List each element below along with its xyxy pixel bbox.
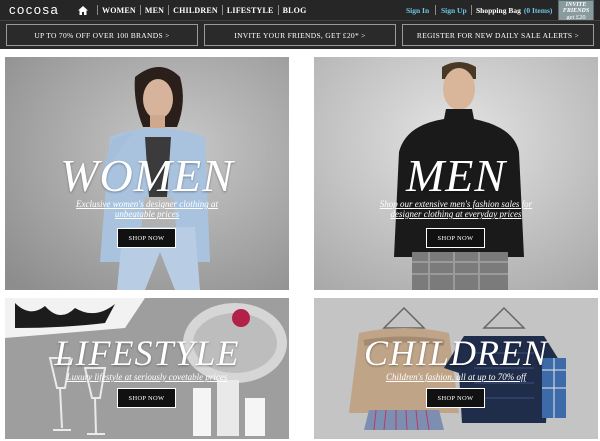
tile-lifestyle[interactable]: LIFESTYLE Luxury lifestyle at seriously … xyxy=(5,298,289,439)
children-subtitle: Children's fashion, all at up to 70% off xyxy=(385,372,527,382)
nav-divider xyxy=(139,5,141,15)
nav-item-women[interactable]: WOMEN xyxy=(102,6,136,15)
sign-up-link[interactable]: Sign Up xyxy=(441,0,467,20)
lifestyle-title: LIFESTYLE xyxy=(54,333,240,373)
site-logo[interactable]: cocosa xyxy=(9,2,59,17)
home-icon[interactable] xyxy=(77,4,89,16)
promo-invite-friends[interactable]: INVITE YOUR FRIENDS, GET £20* > xyxy=(204,24,396,46)
promo-strip: UP TO 70% OFF OVER 100 BRANDS > INVITE Y… xyxy=(0,20,600,49)
children-shop-now-button[interactable]: SHOP NOW xyxy=(426,388,485,408)
sign-in-link[interactable]: Sign In xyxy=(406,0,429,20)
women-shop-now-button[interactable]: SHOP NOW xyxy=(117,228,176,248)
nav-divider xyxy=(97,5,98,15)
nav-item-children[interactable]: CHILDREN xyxy=(173,6,218,15)
men-shop-now-button[interactable]: SHOP NOW xyxy=(426,228,485,248)
promo-sale-alerts[interactable]: REGISTER FOR NEW DAILY SALE ALERTS > xyxy=(402,24,594,46)
promo-brands-offer[interactable]: UP TO 70% OFF OVER 100 BRANDS > xyxy=(6,24,198,46)
nav-divider xyxy=(168,5,170,15)
shopping-bag-label: Shopping Bag xyxy=(476,5,521,15)
shopping-bag-link[interactable]: Shopping Bag (0 Items) xyxy=(476,0,552,20)
tile-men[interactable]: MEN Shop our extensive men's fashion sal… xyxy=(314,57,598,290)
men-subtitle-line2: designer clothing at everyday prices xyxy=(390,209,522,219)
account-divider xyxy=(471,5,472,15)
lifestyle-shop-now-button[interactable]: SHOP NOW xyxy=(117,388,176,408)
nav-divider xyxy=(277,5,279,15)
nav-item-blog[interactable]: BLOG xyxy=(283,6,307,15)
bag-item-count: (0 Items) xyxy=(523,5,553,15)
tile-children[interactable]: CHILDREN Children's fashion, all at up t… xyxy=(314,298,598,439)
women-title: WOMEN xyxy=(60,150,234,201)
lifestyle-subtitle: Luxury lifestyle at seriously covetable … xyxy=(66,372,228,382)
main-nav: WOMEN MEN CHILDREN LIFESTYLE BLOG xyxy=(77,0,307,20)
children-title: CHILDREN xyxy=(363,333,548,373)
women-subtitle-line2: unbeatable prices xyxy=(114,209,180,219)
nav-item-lifestyle[interactable]: LIFESTYLE xyxy=(227,6,274,15)
tile-women[interactable]: WOMEN Exclusive women's designer clothin… xyxy=(5,57,289,290)
nav-item-men[interactable]: MEN xyxy=(145,6,164,15)
men-title: MEN xyxy=(405,150,507,201)
account-divider xyxy=(435,5,436,15)
nav-divider xyxy=(221,5,223,15)
top-navigation-bar: cocosa WOMEN MEN CHILDREN LIFESTYLE BLOG… xyxy=(0,0,600,23)
